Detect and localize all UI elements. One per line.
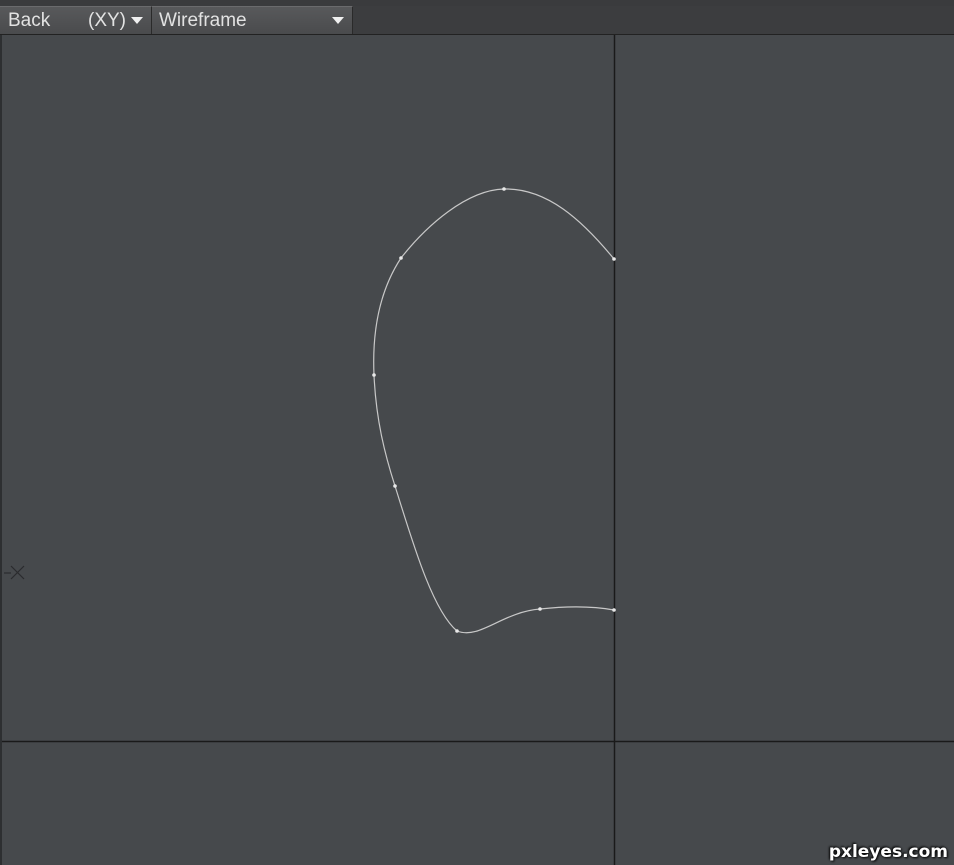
control-point[interactable] [502,187,506,191]
viewport-toolbar: Back (XY) Wireframe [0,6,954,35]
render-mode-dropdown[interactable]: Wireframe [152,6,353,34]
control-point[interactable] [372,373,376,377]
control-point[interactable] [455,629,459,633]
viewport-canvas[interactable] [2,35,954,865]
view-selector-dropdown[interactable]: Back (XY) [0,6,152,34]
origin-marker-icon [4,565,25,580]
control-point[interactable] [612,608,616,612]
control-points[interactable] [372,187,616,633]
control-point[interactable] [399,256,403,260]
spline-curve[interactable] [373,188,615,634]
chevron-down-icon [131,17,143,24]
axis-label: (XY) [88,9,126,31]
chevron-down-icon [332,17,344,24]
control-point[interactable] [538,607,542,611]
control-point[interactable] [393,484,397,488]
watermark-text: pxleyes.com [828,842,948,862]
wireframe-viewport[interactable] [0,35,954,865]
render-mode-label: Wireframe [159,9,247,31]
control-point[interactable] [612,257,616,261]
view-label: Back [8,9,51,31]
